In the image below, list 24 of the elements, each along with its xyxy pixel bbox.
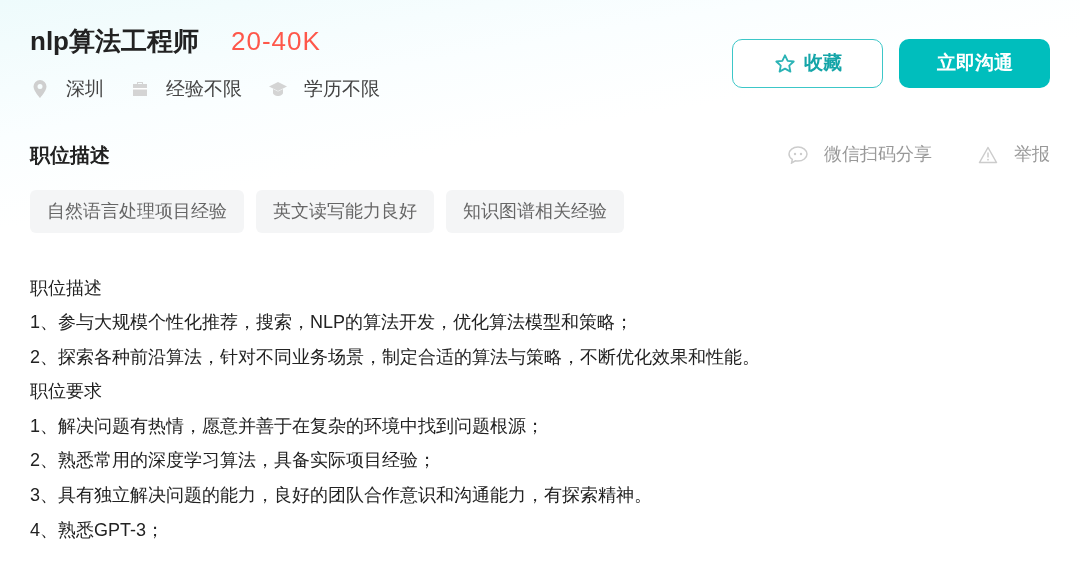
section-heading: 职位描述 (30, 142, 110, 168)
description-line: 2、探索各种前沿算法，针对不同业务场景，制定合适的算法与策略，不断优化效果和性能。 (30, 345, 761, 369)
skill-tag: 英文读写能力良好 (256, 189, 434, 233)
description-line: 1、参与大规模个性化推荐，搜索，NLP的算法开发，优化算法模型和策略； (30, 311, 635, 335)
chat-bubble-icon (788, 145, 808, 164)
report-link[interactable]: 举报 (978, 141, 1050, 168)
description-line: 职位要求 (30, 380, 103, 404)
requirement-label: 学历不限 (304, 77, 380, 101)
description-line: 职位描述 (30, 276, 103, 300)
skill-tag: 知识图谱相关经验 (446, 189, 624, 233)
description-line: 1、解决问题有热情，愿意并善于在复杂的环境中找到问题根源； (30, 414, 545, 438)
warning-icon (978, 145, 998, 164)
share-link[interactable]: 微信扫码分享 (788, 141, 932, 168)
star-icon (773, 52, 796, 75)
city-label: 深圳 (66, 77, 104, 101)
salary-range: 20-40K (231, 25, 321, 58)
chat-button[interactable]: 立即沟通 (899, 39, 1050, 88)
description-line: 3、具有独立解决问题的能力，良好的团队合作意识和沟通能力，有探索精神。 (30, 484, 653, 508)
favorite-button[interactable]: 收藏 (732, 39, 883, 88)
skill-tag: 自然语言处理项目经验 (30, 189, 244, 233)
description-line: 4、熟悉GPT-3； (30, 518, 166, 542)
description-line: 2、熟悉常用的深度学习算法，具备实际项目经验； (30, 449, 437, 473)
job-title: nlp算法工程师 (30, 25, 199, 58)
requirement-label: 经验不限 (166, 77, 242, 101)
